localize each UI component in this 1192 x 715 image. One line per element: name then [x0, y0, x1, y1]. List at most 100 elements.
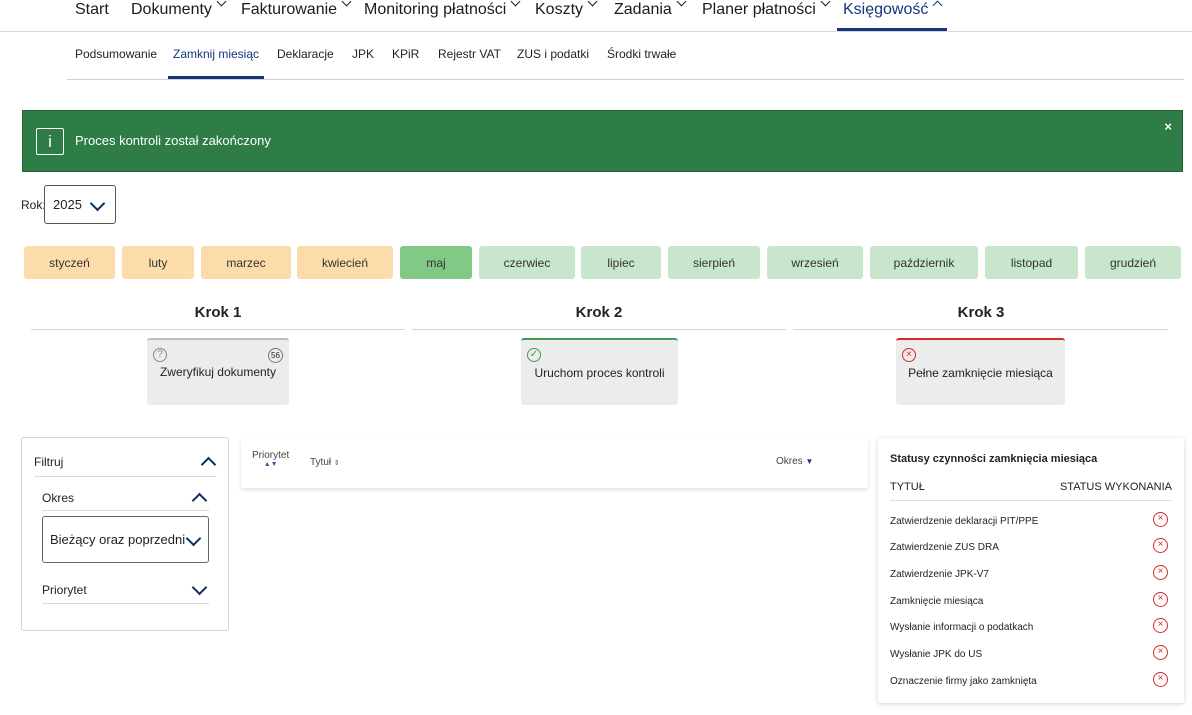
col-title-label: Tytuł — [310, 457, 332, 468]
step-1-title: Krok 1 — [194, 304, 242, 321]
step-1-card[interactable]: ? 56 Zweryfikuj dokumenty — [147, 338, 289, 405]
status-col-status: STATUS WYKONANIA — [1059, 481, 1172, 493]
status-panel: Statusy czynności zamknięcia miesiąca TY… — [878, 438, 1184, 703]
sub-navigation: Podsumowanie Zamknij miesiąc Deklaracje … — [67, 32, 1184, 80]
okres-label: Okres — [42, 491, 75, 505]
status-row: Wysłanie informacji o podatkach × — [890, 614, 1172, 640]
status-row-label: Wysłanie informacji o podatkach — [890, 621, 1034, 633]
chevron-down-icon — [510, 0, 521, 7]
status-col-title: TYTUŁ — [890, 481, 925, 493]
chevron-down-icon[interactable] — [191, 579, 208, 596]
status-row-label: Zamknięcie miesiąca — [890, 595, 984, 607]
status-panel-title: Statusy czynności zamknięcia miesiąca — [890, 453, 1098, 465]
status-row: Zatwierdzenie deklaracji PIT/PPE × — [890, 508, 1172, 534]
chevron-down-icon — [216, 0, 227, 7]
subnav-jpk[interactable]: JPK — [352, 32, 374, 79]
nav-label: Monitoring płatności — [364, 1, 507, 18]
chevron-down-icon — [587, 0, 598, 7]
subnav-zamknij-miesiac[interactable]: Zamknij miesiąc — [168, 32, 265, 79]
subnav-zus[interactable]: ZUS i podatki — [517, 32, 589, 79]
subnav-kpir[interactable]: KPiR — [392, 32, 419, 79]
month-lipiec[interactable]: lipiec — [581, 246, 661, 279]
check-icon: ✓ — [527, 348, 541, 362]
count-badge: 56 — [268, 348, 283, 363]
month-styczen[interactable]: styczeń — [24, 246, 115, 279]
subnav-podsumowanie[interactable]: Podsumowanie — [75, 32, 157, 79]
close-icon[interactable]: × — [1164, 119, 1172, 134]
error-icon: × — [1153, 512, 1168, 527]
step-2-title: Krok 2 — [575, 304, 623, 321]
month-luty[interactable]: luty — [122, 246, 194, 279]
question-icon: ? — [153, 348, 167, 362]
year-value: 2025 — [53, 197, 82, 212]
month-grudzien[interactable]: grudzień — [1085, 246, 1181, 279]
year-label: Rok: — [21, 198, 46, 212]
divider — [34, 476, 216, 477]
col-priority[interactable]: Priorytet ▲▼ — [252, 450, 289, 468]
month-marzec[interactable]: marzec — [201, 246, 291, 279]
step-1-divider — [31, 329, 405, 330]
error-icon: × — [1153, 538, 1168, 553]
status-row-label: Zatwierdzenie deklaracji PIT/PPE — [890, 515, 1039, 527]
nav-ksiegowosc[interactable]: Księgowość — [837, 0, 948, 31]
error-icon: × — [1153, 645, 1168, 660]
status-row-label: Oznaczenie firmy jako zamknięta — [890, 675, 1037, 687]
error-icon: × — [902, 348, 916, 362]
year-select[interactable]: 2025 — [44, 185, 116, 224]
nav-label: Start — [75, 1, 109, 18]
nav-label: Księgowość — [843, 1, 929, 18]
status-row-label: Zatwierdzenie JPK-V7 — [890, 568, 989, 580]
info-icon: i — [36, 128, 64, 155]
step-2-card[interactable]: ✓ Uruchom proces kontroli — [521, 338, 678, 405]
subnav-deklaracje[interactable]: Deklaracje — [277, 32, 334, 79]
chevron-up-icon — [932, 0, 943, 11]
chevron-down-icon — [185, 530, 202, 547]
status-row: Zatwierdzenie JPK-V7 × — [890, 561, 1172, 587]
nav-label: Dokumenty — [131, 1, 212, 18]
nav-monitoring[interactable]: Monitoring płatności — [364, 0, 521, 31]
month-pazdziernik[interactable]: październik — [870, 246, 978, 279]
month-listopad[interactable]: listopad — [985, 246, 1078, 279]
month-wrzesien[interactable]: wrzesień — [767, 246, 863, 279]
error-icon: × — [1153, 672, 1168, 687]
chevron-up-icon[interactable] — [191, 492, 208, 509]
step-3-card[interactable]: × Pełne zamknięcie miesiąca — [896, 338, 1065, 405]
nav-zadania[interactable]: Zadania — [614, 0, 687, 31]
nav-planer[interactable]: Planer płatności — [702, 0, 831, 31]
okres-select[interactable]: Bieżący oraz poprzedni — [42, 516, 209, 563]
chevron-down-icon — [820, 0, 831, 7]
divider — [890, 500, 1172, 501]
subnav-rejestr-vat[interactable]: Rejestr VAT — [438, 32, 501, 79]
chevron-down-icon — [89, 195, 106, 212]
priorytet-label: Priorytet — [42, 583, 87, 597]
error-icon: × — [1153, 592, 1168, 607]
filter-panel: Filtruj Okres Bieżący oraz poprzedni Pri… — [21, 437, 229, 631]
nav-koszty[interactable]: Koszty — [535, 0, 598, 31]
col-period-label: Okres — [776, 456, 803, 467]
status-row: Zamknięcie miesiąca × — [890, 588, 1172, 614]
success-alert: i Proces kontroli został zakończony × — [22, 110, 1183, 172]
month-sierpien[interactable]: sierpień — [668, 246, 760, 279]
month-czerwiec[interactable]: czerwiec — [479, 246, 575, 279]
col-period[interactable]: Okres ▼ — [776, 456, 813, 467]
sort-icon: ⇕ — [333, 460, 340, 467]
month-maj[interactable]: maj — [400, 246, 472, 279]
nav-dokumenty[interactable]: Dokumenty — [131, 0, 227, 31]
divider — [42, 603, 209, 604]
error-icon: × — [1153, 618, 1168, 633]
divider — [42, 510, 209, 511]
chevron-down-icon — [341, 0, 352, 7]
col-title[interactable]: Tytuł ⇕ — [310, 457, 340, 468]
month-kwiecien[interactable]: kwiecień — [297, 246, 393, 279]
nav-start[interactable]: Start — [75, 0, 109, 31]
okres-value: Bieżący oraz poprzedni — [50, 532, 186, 547]
table-header: Priorytet ▲▼ Tytuł ⇕ Okres ▼ — [241, 438, 868, 488]
subnav-srodki-trwale[interactable]: Środki trwałe — [607, 32, 676, 79]
nav-label: Fakturowanie — [241, 1, 338, 18]
chevron-up-icon[interactable] — [200, 456, 217, 473]
nav-fakturowanie[interactable]: Fakturowanie — [241, 0, 352, 31]
step-3-divider — [793, 329, 1168, 330]
main-navigation: Start Dokumenty Fakturowanie Monitoring … — [0, 0, 1192, 32]
chevron-down-icon — [676, 0, 687, 7]
nav-label: Koszty — [535, 1, 584, 18]
